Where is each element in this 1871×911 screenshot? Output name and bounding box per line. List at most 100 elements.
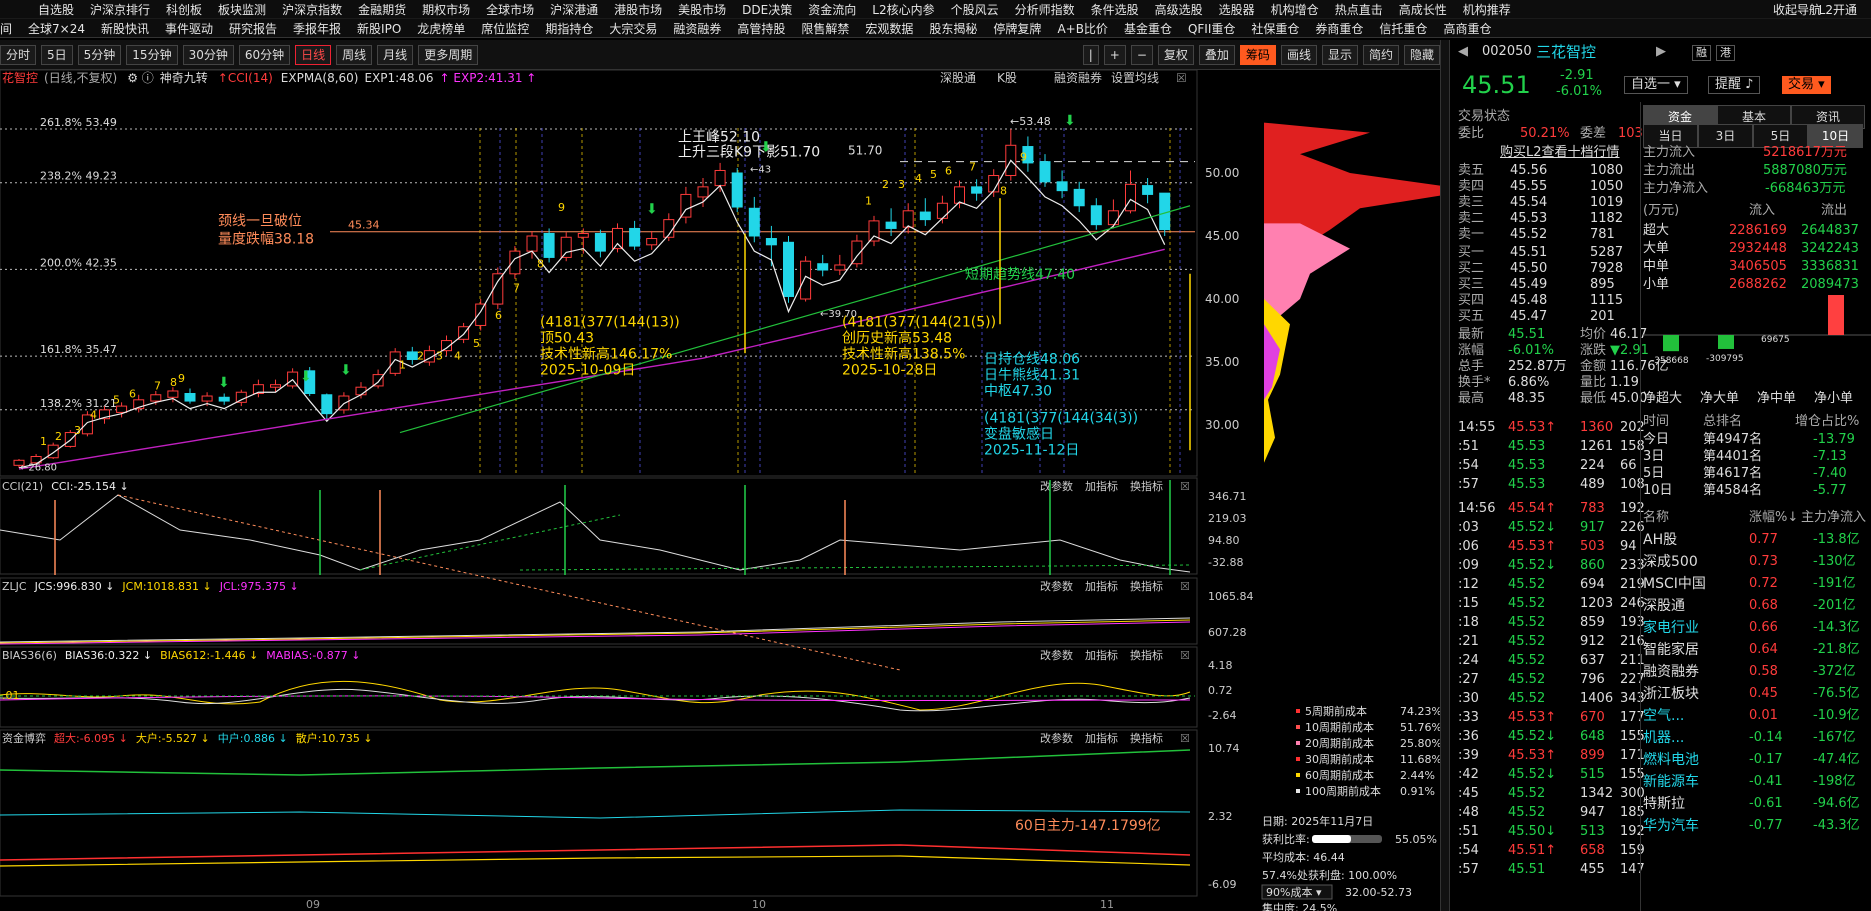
- chart-link[interactable]: K股: [997, 71, 1017, 85]
- menu2-item[interactable]: 期指持仓: [537, 20, 601, 37]
- menu1-item[interactable]: 自选股: [30, 1, 82, 18]
- period-7[interactable]: 周线: [336, 44, 373, 65]
- panel-btn[interactable]: 换指标: [1130, 731, 1163, 745]
- svg-text:⬇: ⬇: [218, 375, 230, 391]
- menu1-item[interactable]: 期权市场: [414, 1, 478, 18]
- menu1-item[interactable]: 高成长性: [1391, 1, 1455, 18]
- tool-4[interactable]: 叠加: [1198, 44, 1235, 65]
- menu2-item[interactable]: 高商重仓: [1435, 20, 1499, 37]
- tool-0[interactable]: |: [1082, 44, 1099, 65]
- panel-btn[interactable]: 改参数: [1040, 648, 1073, 662]
- menu2-item[interactable]: 新股快讯: [93, 20, 157, 37]
- menu1-item[interactable]: DDE决策: [734, 1, 800, 18]
- period-0[interactable]: 分时: [0, 44, 37, 65]
- menu2-item[interactable]: 新股IPO: [349, 20, 409, 37]
- menu1-item[interactable]: 高级选股: [1147, 1, 1211, 18]
- fib-label: 261.8% 53.49: [40, 116, 117, 129]
- menu1-item[interactable]: 沪深京指数: [274, 1, 350, 18]
- menu1-item[interactable]: 资金流向: [800, 1, 864, 18]
- menu1-item[interactable]: 选股器: [1211, 1, 1263, 18]
- menu1-item[interactable]: 港股市场: [606, 1, 670, 18]
- tool-8[interactable]: 简约: [1362, 44, 1399, 65]
- close-icon[interactable]: ☒: [1180, 732, 1190, 745]
- menu2-item[interactable]: 研究报告: [221, 20, 285, 37]
- menu2-item[interactable]: 宏观数据: [857, 20, 921, 37]
- tool-9[interactable]: 隐藏: [1403, 44, 1440, 65]
- tool-2[interactable]: −: [1130, 44, 1153, 65]
- fund-tabs[interactable]: 资金 基本 资讯: [1643, 105, 1868, 129]
- menu2-item[interactable]: A+B比价: [1049, 20, 1116, 37]
- period-6[interactable]: 日线: [295, 44, 332, 65]
- panel-btn[interactable]: 改参数: [1040, 479, 1073, 493]
- menu1-item[interactable]: 板块监测: [210, 1, 274, 18]
- chart-link[interactable]: 融资融券: [1054, 70, 1102, 85]
- menu2-item[interactable]: 龙虎榜单: [409, 20, 473, 37]
- menu2-item[interactable]: 席位监控: [473, 20, 537, 37]
- tool-1[interactable]: +: [1103, 44, 1126, 65]
- menu1-item[interactable]: L2核心内参: [864, 1, 942, 18]
- close-icon[interactable]: ☒: [1180, 580, 1190, 593]
- menu1-item[interactable]: 热点直击: [1327, 1, 1391, 18]
- period-8[interactable]: 月线: [377, 44, 414, 65]
- panel-btn[interactable]: 换指标: [1130, 648, 1163, 662]
- menu1-item[interactable]: 金融期货: [350, 1, 414, 18]
- menu2-item[interactable]: 事件驱动: [157, 20, 221, 37]
- menu2-item[interactable]: 信托重仓: [1371, 20, 1435, 37]
- period-2[interactable]: 5分钟: [77, 44, 122, 65]
- panel-btn[interactable]: 换指标: [1130, 479, 1163, 493]
- period-1[interactable]: 5日: [41, 44, 73, 65]
- period-4[interactable]: 30分钟: [182, 44, 234, 65]
- panel-btn[interactable]: 加指标: [1085, 731, 1118, 745]
- tool-3[interactable]: 复权: [1157, 44, 1194, 65]
- menu2-item[interactable]: 全球7×24: [20, 20, 93, 37]
- tool-6[interactable]: 画线: [1280, 44, 1317, 65]
- menu1-item[interactable]: 全球市场: [478, 1, 542, 18]
- close-icon[interactable]: ☒: [1176, 71, 1187, 85]
- menu2-item[interactable]: 融资融券: [665, 20, 729, 37]
- menu2-item[interactable]: 大宗交易: [601, 20, 665, 37]
- menu1-item[interactable]: 沪深港通: [542, 1, 606, 18]
- kline-chart[interactable]: 花智控 (日线,不复权) ⚙ ⓘ 神奇九转 ↑CCI(14) EXPMA(8,60) EXP…: [0, 70, 1440, 911]
- panel-btn[interactable]: 改参数: [1040, 579, 1073, 593]
- collapse-handle[interactable]: [1440, 40, 1450, 911]
- menu1-item[interactable]: 机构增仓: [1263, 1, 1327, 18]
- menu1-item[interactable]: 个股风云: [943, 1, 1007, 18]
- panel-btn[interactable]: 加指标: [1085, 648, 1118, 662]
- menu1-item[interactable]: 科创板: [158, 1, 210, 18]
- tool-7[interactable]: 显示: [1321, 44, 1358, 65]
- menu1-item[interactable]: 条件选股: [1083, 1, 1147, 18]
- menu1-item[interactable]: 美股市场: [670, 1, 734, 18]
- fund-subtabs[interactable]: 当日 3日 5日 10日: [1643, 124, 1868, 148]
- menu2-item[interactable]: 限售解禁: [793, 20, 857, 37]
- panel-btn[interactable]: 加指标: [1085, 579, 1118, 593]
- menu2-item[interactable]: 社保重仓: [1243, 20, 1307, 37]
- panel-btn[interactable]: 加指标: [1085, 479, 1118, 493]
- svg-text:10.74: 10.74: [1208, 742, 1240, 755]
- menu2-item[interactable]: 高管持股: [729, 20, 793, 37]
- tool-5[interactable]: 筹码: [1239, 44, 1276, 65]
- menu2-item[interactable]: 基金重仓: [1116, 20, 1180, 37]
- chart-link[interactable]: 设置均线: [1111, 71, 1159, 85]
- svg-text:技术性新高138.5%: 技术性新高138.5%: [842, 346, 965, 363]
- panel-btn[interactable]: 改参数: [1040, 731, 1073, 745]
- menu2-item[interactable]: 季报年报: [285, 20, 349, 37]
- l2-open[interactable]: L2开通: [1811, 1, 1865, 18]
- menu1-item[interactable]: 沪深京排行: [82, 1, 158, 18]
- panel-btn[interactable]: 换指标: [1130, 579, 1163, 593]
- menu1-item[interactable]: 机构推荐: [1455, 1, 1519, 18]
- period-9[interactable]: 更多周期: [418, 44, 479, 65]
- menu2-item[interactable]: 券商重仓: [1307, 20, 1371, 37]
- period-3[interactable]: 15分钟: [126, 44, 178, 65]
- menu2-item[interactable]: QFII重仓: [1180, 20, 1243, 37]
- close-icon[interactable]: ☒: [1180, 649, 1190, 662]
- menu2-item[interactable]: 股东揭秘: [921, 20, 985, 37]
- panel-BIAS[interactable]: BIAS36(6) BIAS36:0.322 ↓ BIAS612:-1.446 ↓ M…: [0, 646, 1236, 728]
- chart-link[interactable]: 深股通: [940, 71, 976, 85]
- menu1-item[interactable]: 分析师指数: [1007, 1, 1083, 18]
- period-5[interactable]: 60分钟: [238, 44, 291, 65]
- close-icon[interactable]: ☒: [1180, 480, 1190, 493]
- panel-CCI[interactable]: CCI(21) CCI:-25.154 ↓ 改参数 加指标 换指标 ☒ 346.71 219.…: [0, 477, 1247, 575]
- svg-text:上王峰52.10: 上王峰52.10: [678, 130, 760, 146]
- menu2-item[interactable]: 停牌复牌: [985, 20, 1049, 37]
- sector-row: 华为汽车 -0.77 -43.3亿: [1643, 818, 1860, 834]
